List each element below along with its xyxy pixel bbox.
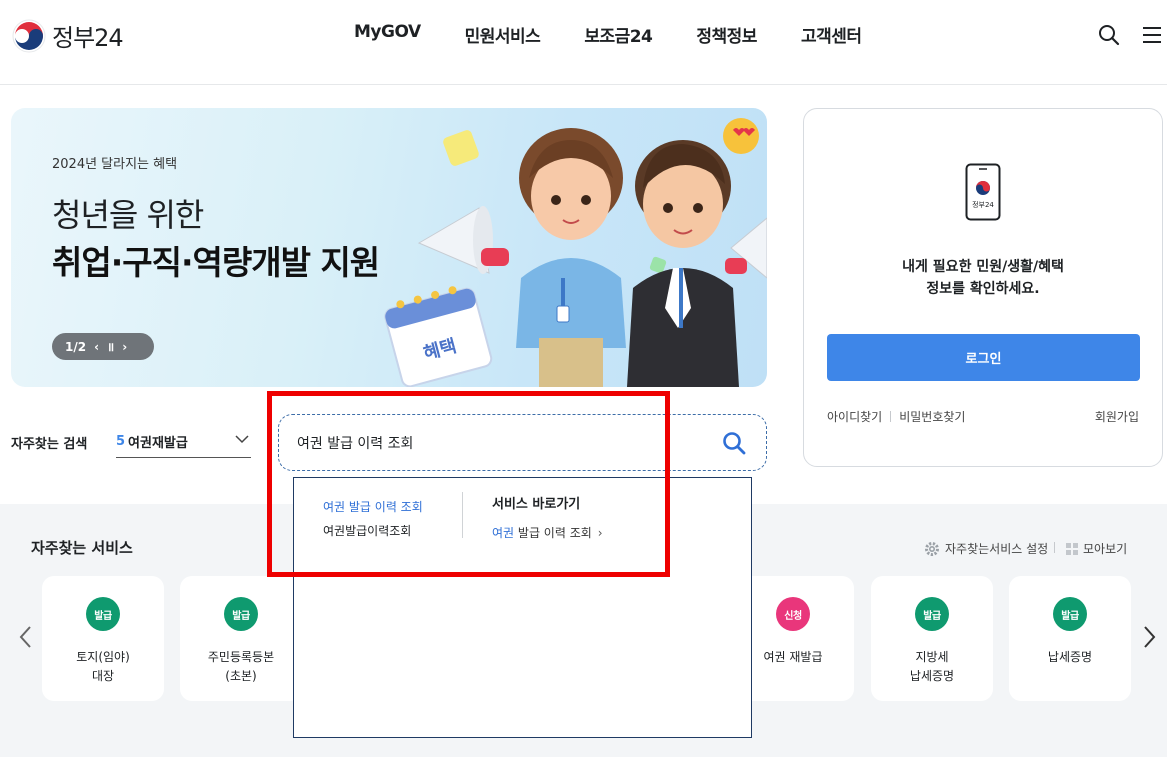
phone-logo-text: 정부24 (972, 200, 994, 209)
login-links: 아이디찾기 비밀번호찾기 (827, 408, 965, 425)
find-password-link[interactable]: 비밀번호찾기 (899, 408, 965, 425)
chevron-right-icon: › (597, 526, 603, 540)
service-shortcut-link[interactable]: 여권 발급 이력 조회 › (492, 524, 603, 541)
chevron-down-icon (235, 435, 249, 444)
banner-page-indicator: 1/2 (65, 339, 87, 354)
nav-mygov[interactable]: MyGOV (354, 22, 421, 47)
service-card-label-line1: 토지(임야) (76, 650, 130, 664)
site-header: 정부24 MyGOV 민원서비스 보조금24 정책정보 고객센터 (0, 0, 1167, 85)
service-card-resident-register[interactable]: 발급 주민등록등본 (초본) (180, 576, 302, 701)
banner-title-line2: 취업·구직·역량개발 지원 (52, 243, 380, 282)
service-card-label-line1: 주민등록등본 (207, 650, 275, 664)
search-button-icon[interactable] (722, 431, 746, 455)
service-shortcut-link-highlight: 여권 (492, 526, 515, 540)
service-card-label-line1: 납세증명 (1047, 650, 1093, 664)
service-shortcut-link-text: 발급 이력 조회 (514, 526, 592, 540)
login-message-line2: 정보를 확인하세요. (926, 281, 1040, 297)
search-autocomplete-dropdown: 여권 발급 이력 조회 여권발급이력조회 서비스 바로가기 여권 발급 이력 조… (293, 477, 752, 738)
banner-subtitle: 2024년 달라지는 혜택 (52, 157, 178, 172)
login-panel: 정부24 내게 필요한 민원/생활/혜택 정보를 확인하세요. 로그인 아이디찾… (803, 108, 1163, 467)
services-setting-label: 자주찾는서비스 설정 (945, 542, 1049, 556)
find-id-link[interactable]: 아이디찾기 (827, 408, 882, 425)
banner-illustration: 혜택 (384, 118, 767, 387)
suggestion-item[interactable]: 여권발급이력조회 (323, 519, 423, 543)
signup-link[interactable]: 회원가입 (1095, 408, 1139, 425)
login-button[interactable]: 로그인 (827, 334, 1140, 381)
next-arrow-icon[interactable]: › (122, 340, 127, 354)
issue-badge: 발급 (224, 597, 258, 631)
issue-badge: 발급 (86, 597, 120, 631)
mobile-phone-icon: 정부24 (965, 163, 1001, 221)
search-box (278, 414, 767, 471)
nav-policy-info[interactable]: 정책정보 (696, 22, 757, 47)
service-card-label-line2: 대장 (91, 669, 115, 683)
service-card-label: 토지(임야) 대장 (42, 648, 164, 686)
banner-title-line1: 청년을 위한 (52, 196, 204, 234)
next-arrow-icon[interactable] (1141, 624, 1157, 650)
logo-text: 정부24 (52, 24, 124, 52)
services-view-all-label: 모아보기 (1083, 542, 1128, 556)
autocomplete-divider (462, 492, 463, 538)
service-card-tax-certificate[interactable]: 발급 납세증명 (1009, 576, 1131, 701)
issue-badge: 발급 (915, 597, 949, 631)
service-card-label-line2: 납세증명 (909, 669, 955, 683)
service-card-label: 지방세 납세증명 (871, 648, 993, 686)
service-card-label: 납세증명 (1009, 648, 1131, 667)
login-message-line1: 내게 필요한 민원/생활/혜택 (902, 259, 1064, 275)
link-divider (890, 411, 892, 422)
issue-badge: 발급 (1053, 597, 1087, 631)
main-banner[interactable]: 2024년 달라지는 혜택 청년을 위한 취업·구직·역량개발 지원 1/2 ‹… (11, 108, 767, 387)
service-card-label-line2: (초본) (225, 669, 257, 683)
frequent-search-value: 여권재발급 (128, 436, 188, 451)
nav-civil-service[interactable]: 민원서비스 (465, 22, 541, 47)
search-icon[interactable] (1098, 24, 1120, 46)
pause-icon[interactable]: ॥ (107, 338, 114, 355)
frequent-search-select[interactable]: 5 여권재발급 (116, 426, 251, 458)
services-view-all-link[interactable]: 모아보기 (1066, 540, 1127, 557)
nav-customer-center[interactable]: 고객센터 (801, 22, 862, 47)
login-message: 내게 필요한 민원/생활/혜택 정보를 확인하세요. (804, 256, 1162, 300)
services-setting-link[interactable]: 자주찾는서비스 설정 (924, 540, 1048, 557)
frequent-search-rank: 5 (116, 434, 126, 449)
main-nav: MyGOV 민원서비스 보조금24 정책정보 고객센터 (354, 22, 862, 47)
service-card-label-line1: 지방세 (915, 650, 949, 664)
search-input[interactable] (297, 431, 707, 455)
service-card-label: 주민등록등본 (초본) (180, 648, 302, 686)
menu-icon[interactable] (1140, 24, 1162, 46)
service-shortcut-panel: 서비스 바로가기 여권 발급 이력 조회 › (492, 495, 603, 541)
banner-pager: 1/2 ‹ ॥ › (52, 333, 154, 360)
suggestion-item[interactable]: 여권 발급 이력 조회 (323, 495, 423, 519)
taegeuk-logo-icon (12, 19, 46, 52)
nav-subsidy24[interactable]: 보조금24 (584, 22, 653, 47)
gear-icon (925, 541, 939, 556)
frequent-services-title: 자주찾는 서비스 (31, 539, 133, 557)
site-logo[interactable]: 정부24 (12, 18, 124, 53)
prev-arrow-icon[interactable] (18, 624, 34, 650)
prev-arrow-icon[interactable]: ‹ (94, 340, 99, 354)
service-card-land-register[interactable]: 발급 토지(임야) 대장 (42, 576, 164, 701)
frequent-search-label: 자주찾는 검색 (11, 437, 88, 452)
service-shortcut-heading: 서비스 바로가기 (492, 497, 581, 512)
services-link-divider (1054, 542, 1055, 553)
service-card-local-tax-certificate[interactable]: 발급 지방세 납세증명 (871, 576, 993, 701)
autocomplete-suggestions: 여권 발급 이력 조회 여권발급이력조회 (323, 495, 423, 543)
apply-badge: 신청 (776, 597, 810, 631)
grid-icon (1066, 542, 1078, 555)
